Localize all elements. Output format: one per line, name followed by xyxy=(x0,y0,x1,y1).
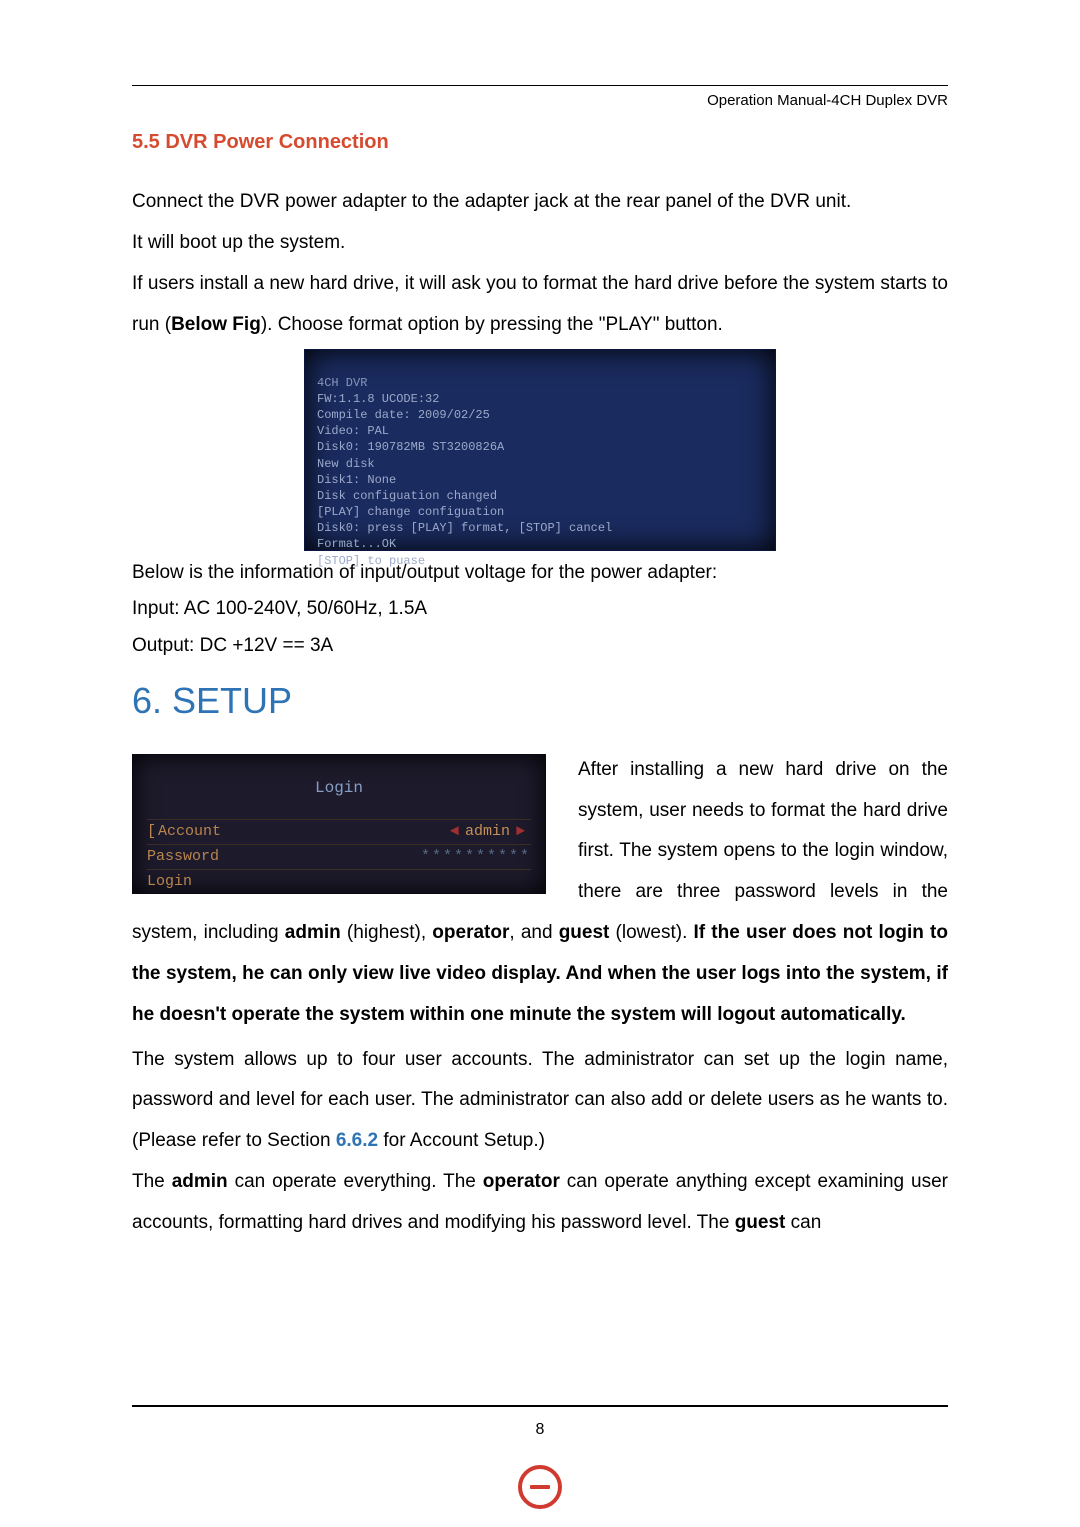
text: admin xyxy=(465,823,510,840)
paragraph: Below is the information of input/output… xyxy=(132,555,948,591)
paragraph: If users install a new hard drive, it wi… xyxy=(132,264,948,346)
boot-line: Video: PAL xyxy=(317,423,763,439)
page-number: 8 xyxy=(0,1421,1080,1439)
paragraph: Output: DC +12V == 3A xyxy=(132,628,948,664)
paragraph: It will boot up the system. xyxy=(132,223,948,264)
text-bold: operator xyxy=(432,922,509,943)
left-arrow-icon: ◄ xyxy=(444,823,465,840)
header-title: Operation Manual-4CH Duplex DVR xyxy=(132,92,948,109)
login-account-value: ◄admin► xyxy=(444,820,531,844)
text: , and xyxy=(509,922,558,943)
login-account-label: Account xyxy=(147,820,444,844)
boot-line: New disk xyxy=(317,456,763,472)
boot-line: [PLAY] change configuation xyxy=(317,504,763,520)
right-arrow-icon: ► xyxy=(510,823,531,840)
login-password-row: Password ********** xyxy=(147,844,531,869)
minus-icon xyxy=(530,1485,550,1489)
login-password-value: ********** xyxy=(421,845,531,869)
login-password-label: Password xyxy=(147,845,421,869)
login-screenshot: Login Account ◄admin► Password *********… xyxy=(132,754,546,894)
login-account-row: Account ◄admin► xyxy=(147,819,531,844)
text: (highest), xyxy=(341,922,433,943)
boot-line: Disk0: 190782MB ST3200826A xyxy=(317,439,763,455)
boot-line: Disk0: press [PLAY] format, [STOP] cance… xyxy=(317,520,763,536)
paragraph: Connect the DVR power adapter to the ada… xyxy=(132,182,948,223)
text: ). Choose format option by pressing the … xyxy=(261,314,723,335)
text-bold: operator xyxy=(483,1171,560,1192)
boot-line: Disk1: None xyxy=(317,472,763,488)
boot-line: Compile date: 2009/02/25 xyxy=(317,407,763,423)
login-login-row: Login xyxy=(147,869,531,894)
login-window-title: Login xyxy=(147,771,531,805)
text-bold: admin xyxy=(172,1171,228,1192)
boot-line: Disk configuation changed xyxy=(317,488,763,504)
zoom-out-icon[interactable] xyxy=(518,1465,562,1509)
text-bold: guest xyxy=(735,1212,786,1233)
header-divider xyxy=(132,85,948,86)
boot-line: Format...OK xyxy=(317,536,763,552)
text: can xyxy=(785,1212,821,1233)
section-6-title: 6. SETUP xyxy=(132,680,948,722)
text: The xyxy=(132,1171,172,1192)
paragraph: Input: AC 100-240V, 50/60Hz, 1.5A xyxy=(132,591,948,627)
boot-line: 4CH DVR xyxy=(317,375,763,391)
paragraph: The admin can operate everything. The op… xyxy=(132,1162,948,1244)
boot-screenshot: 4CH DVRFW:1.1.8 UCODE:32Compile date: 20… xyxy=(304,349,776,551)
text: for Account Setup.) xyxy=(378,1130,545,1151)
text-bold: Below Fig xyxy=(171,314,261,335)
boot-line: FW:1.1.8 UCODE:32 xyxy=(317,391,763,407)
text-bold: guest xyxy=(559,922,610,943)
text: (lowest). xyxy=(609,922,693,943)
text-bold: admin xyxy=(285,922,341,943)
login-action-label: Login xyxy=(147,870,531,894)
paragraph: The system allows up to four user accoun… xyxy=(132,1040,948,1163)
text: can operate everything. The xyxy=(228,1171,483,1192)
section-5-5-title: 5.5 DVR Power Connection xyxy=(132,131,948,154)
cross-reference-link[interactable]: 6.6.2 xyxy=(336,1130,378,1151)
setup-body: Login Account ◄admin► Password *********… xyxy=(132,750,948,1036)
footer-divider xyxy=(132,1405,948,1407)
